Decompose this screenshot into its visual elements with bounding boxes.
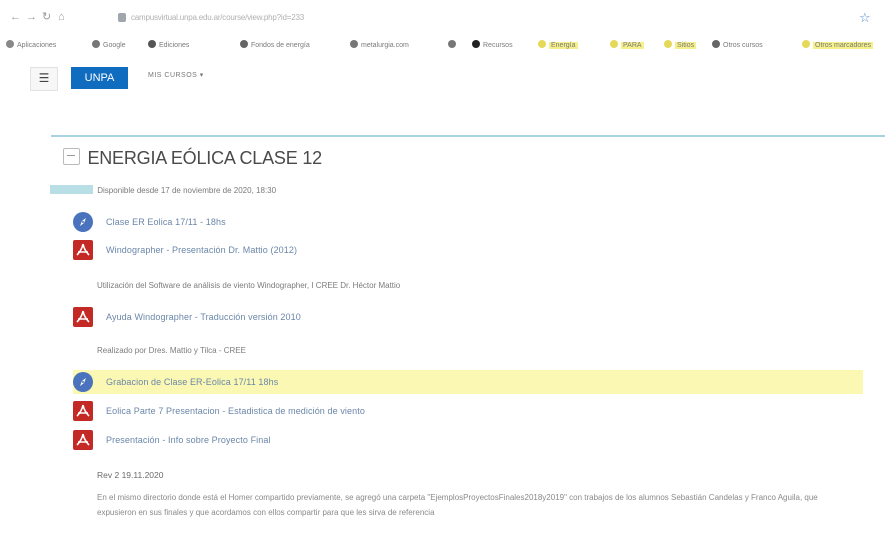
revision-text: En el mismo directorio donde está el Hom… bbox=[97, 493, 818, 517]
bookmark-label: Ediciones bbox=[159, 42, 190, 49]
bookmark-label: Fondos de energía bbox=[251, 42, 310, 49]
bookmark-label: PARA bbox=[621, 42, 644, 49]
bookmark-item[interactable] bbox=[448, 40, 459, 51]
activity-description: Utilización del Software de análisis de … bbox=[97, 281, 401, 290]
pdf-icon bbox=[73, 430, 93, 450]
forward-arrow-icon[interactable]: → bbox=[26, 11, 37, 23]
browser-address-bar: ← → ↻ ⌂ campusvirtual.unpa.edu.ar/course… bbox=[0, 0, 885, 36]
pdf-icon bbox=[73, 307, 93, 327]
site-brand-button[interactable]: UNPA bbox=[71, 67, 128, 89]
doc-icon bbox=[448, 40, 456, 48]
folder-icon bbox=[802, 40, 810, 48]
bookmark-label: Otros cursos bbox=[723, 42, 763, 49]
activity-resource-pdf[interactable]: Windographer - Presentación Dr. Mattio (… bbox=[73, 240, 863, 262]
section-divider bbox=[51, 135, 885, 137]
section-title: ENERGIA EÓLICA CLASE 12 bbox=[87, 148, 322, 168]
bookmark-item[interactable]: Otros marcadores bbox=[802, 40, 874, 51]
activity-resource-pdf[interactable]: Presentación - Info sobre Proyecto Final bbox=[73, 430, 863, 452]
hamburger-icon[interactable]: ☰ bbox=[30, 67, 58, 91]
apps-icon bbox=[6, 40, 14, 48]
activity-resource-pdf[interactable]: Eolica Parte 7 Presentacion - Estadistic… bbox=[73, 401, 863, 423]
my-courses-menu[interactable]: MIS CURSOS ▾ bbox=[148, 71, 204, 79]
bookmark-item[interactable]: Sitios bbox=[664, 40, 697, 51]
bookmark-label: Sitios bbox=[675, 42, 697, 49]
pdf-icon bbox=[73, 401, 93, 421]
url-text[interactable]: campusvirtual.unpa.edu.ar/course/view.ph… bbox=[131, 13, 304, 22]
revision-title: Rev 2 19.11.2020 bbox=[97, 470, 164, 480]
bookmark-item[interactable]: metalurgia.com bbox=[350, 40, 409, 51]
activity-url[interactable]: Clase ER Eolica 17/11 - 18hs bbox=[73, 212, 863, 234]
circle-icon bbox=[472, 40, 480, 48]
grid-icon bbox=[148, 40, 156, 48]
activity-link[interactable]: Grabacion de Clase ER-Eolica 17/11 18hs bbox=[106, 377, 278, 387]
section-header: ENERGIA EÓLICA CLASE 12 bbox=[63, 148, 322, 169]
pdf-icon bbox=[73, 240, 93, 260]
bookmark-label: Energía bbox=[549, 42, 578, 49]
lock-icon bbox=[118, 13, 126, 22]
bookmark-label: Aplicaciones bbox=[17, 42, 57, 49]
bookmark-item[interactable]: Aplicaciones bbox=[6, 40, 56, 51]
restriction-badge bbox=[50, 185, 93, 194]
activity-link[interactable]: Presentación - Info sobre Proyecto Final bbox=[106, 435, 271, 445]
bookmark-item[interactable]: PARA bbox=[610, 40, 644, 51]
folder-icon bbox=[664, 40, 672, 48]
bookmark-label: Recursos bbox=[483, 42, 513, 49]
home-icon[interactable]: ⌂ bbox=[58, 11, 65, 23]
bookmark-item[interactable]: Ediciones bbox=[148, 40, 189, 51]
activity-url-highlighted[interactable]: Grabacion de Clase ER-Eolica 17/11 18hs bbox=[73, 370, 863, 394]
bookmark-item[interactable]: Fondos de energía bbox=[240, 40, 310, 51]
activity-resource-pdf[interactable]: Ayuda Windographer - Traducción versión … bbox=[73, 307, 863, 329]
availability-info: Disponible desde 17 de noviembre de 2020… bbox=[50, 185, 276, 195]
bookmark-label: Otros marcadores bbox=[813, 42, 874, 49]
back-arrow-icon[interactable]: ← bbox=[10, 11, 21, 23]
bookmark-item[interactable]: Otros cursos bbox=[712, 40, 763, 51]
activity-link[interactable]: Windographer - Presentación Dr. Mattio (… bbox=[106, 245, 297, 255]
availability-text: Disponible desde 17 de noviembre de 2020… bbox=[97, 186, 277, 195]
collapse-toggle-icon[interactable] bbox=[63, 148, 80, 165]
bookmark-item[interactable]: Recursos bbox=[472, 40, 513, 51]
compass-icon bbox=[73, 372, 93, 392]
reload-icon[interactable]: ↻ bbox=[42, 11, 51, 23]
doc-icon bbox=[92, 40, 100, 48]
globe-icon bbox=[240, 40, 248, 48]
activity-link[interactable]: Ayuda Windographer - Traducción versión … bbox=[106, 312, 301, 322]
globe-icon bbox=[712, 40, 720, 48]
doc-icon bbox=[350, 40, 358, 48]
activity-link[interactable]: Clase ER Eolica 17/11 - 18hs bbox=[106, 217, 226, 227]
bookmark-label: Google bbox=[103, 42, 126, 49]
activity-link[interactable]: Eolica Parte 7 Presentacion - Estadistic… bbox=[106, 406, 365, 416]
bookmark-item[interactable]: Energía bbox=[538, 40, 578, 51]
activity-description: Realizado por Dres. Mattio y Tilca - CRE… bbox=[97, 346, 246, 355]
folder-icon bbox=[610, 40, 618, 48]
bookmark-star-icon[interactable]: ☆ bbox=[859, 10, 871, 26]
bookmark-label: metalurgia.com bbox=[361, 42, 409, 49]
compass-icon bbox=[73, 212, 93, 232]
folder-icon bbox=[538, 40, 546, 48]
bookmark-item[interactable]: Google bbox=[92, 40, 126, 51]
